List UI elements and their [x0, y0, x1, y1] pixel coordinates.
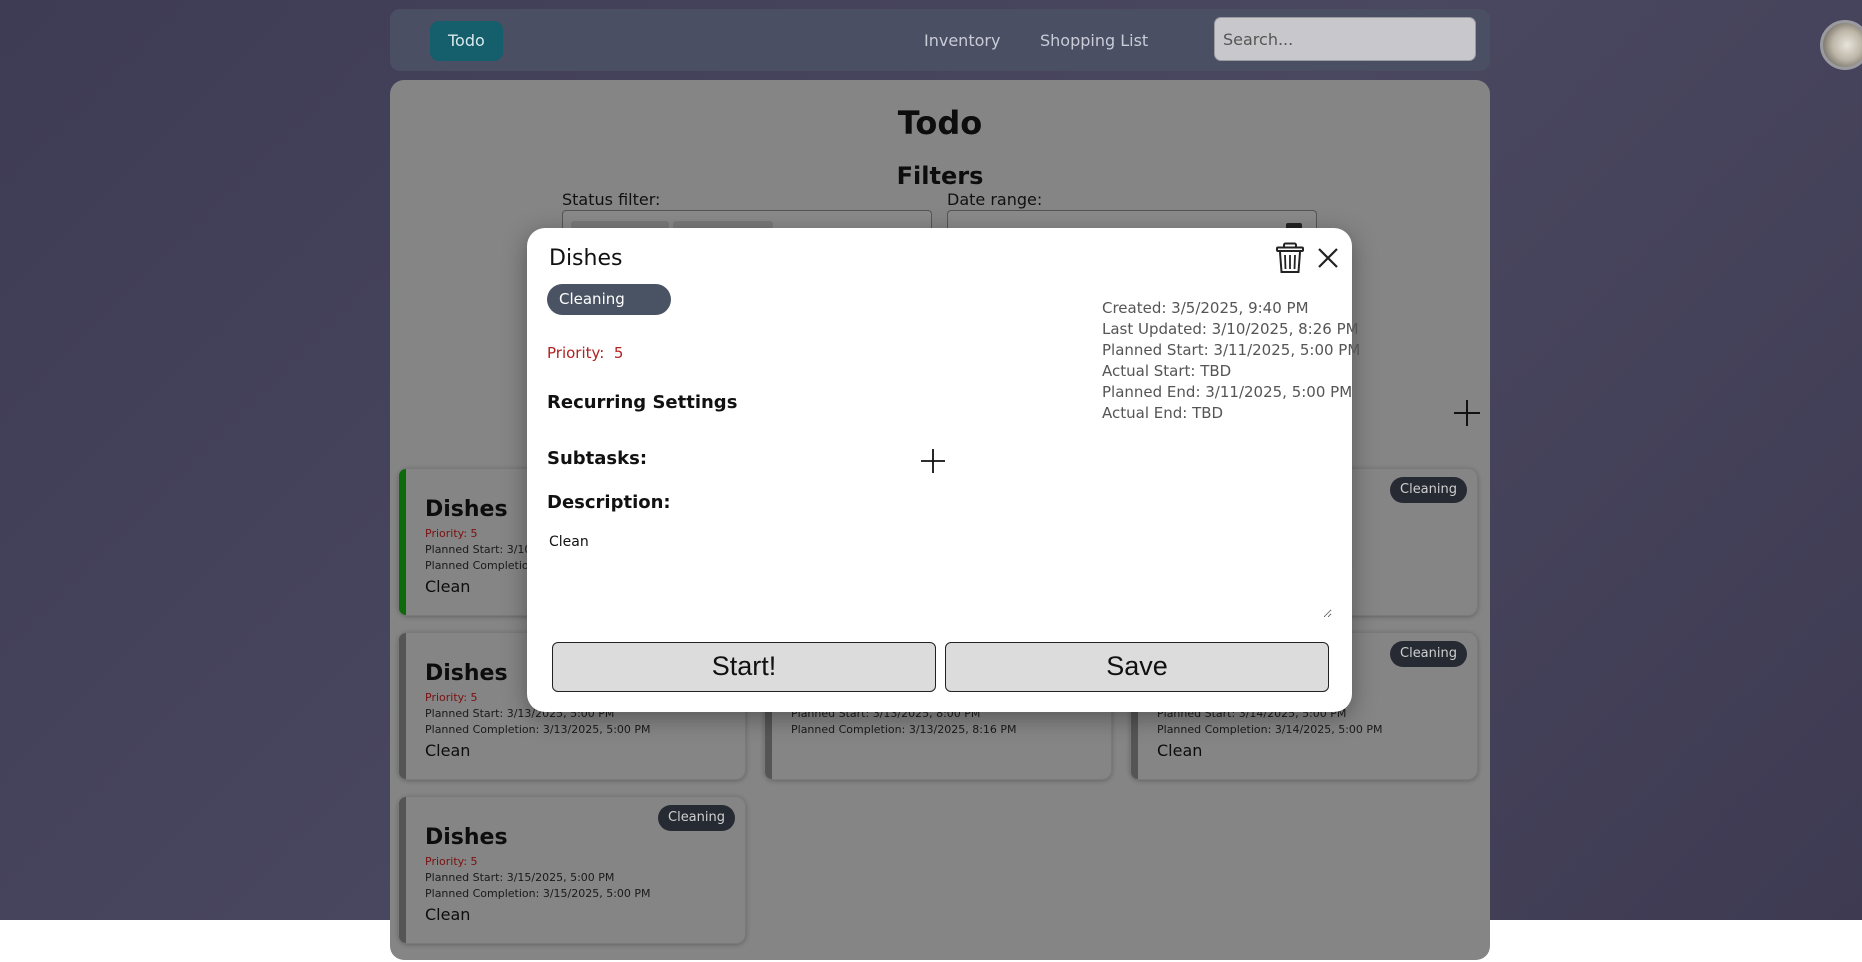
card-planned-completion: Planned Completion: 3/13/2025, 5:00 PM	[425, 723, 651, 736]
add-todo-plus-icon[interactable]	[1452, 398, 1482, 428]
card-description: Clean	[425, 577, 471, 596]
actual-start-date: Actual Start: TBD	[1102, 362, 1232, 380]
actual-end-date: Actual End: TBD	[1102, 404, 1224, 422]
subtasks-title: Subtasks:	[547, 448, 648, 469]
card-planned-completion: Planned Completio	[425, 559, 529, 572]
date-range-label: Date range:	[947, 190, 1043, 209]
card-title: Dishes	[425, 497, 508, 522]
card-description: Clean	[1157, 741, 1203, 760]
todo-card[interactable]: Cleaning Dishes Priority: 5 Planned Star…	[398, 796, 746, 944]
status-stripe	[399, 797, 406, 943]
card-planned-completion: Planned Completion: 3/13/2025, 8:16 PM	[791, 723, 1017, 736]
priority-label: Priority:	[547, 344, 605, 362]
modal-title[interactable]: Dishes	[549, 246, 622, 271]
top-nav: Todo Inventory Shopping List	[390, 9, 1490, 71]
add-subtask-plus-icon[interactable]	[918, 446, 948, 476]
created-date: Created: 3/5/2025, 9:40 PM	[1102, 299, 1309, 317]
card-priority: Priority: 5	[425, 691, 478, 704]
status-stripe	[399, 633, 406, 779]
card-title: Dishes	[425, 825, 508, 850]
todo-detail-modal: Dishes Cleaning Priority: 5 Created: 3/5…	[527, 228, 1360, 712]
page-title: Todo	[897, 104, 983, 142]
card-title: Dishes	[425, 661, 508, 686]
card-planned-start: Planned Start: 3/15/2025, 5:00 PM	[425, 871, 615, 884]
last-updated-date: Last Updated: 3/10/2025, 8:26 PM	[1102, 320, 1359, 338]
card-planned-start: Planned Start: 3/10,	[425, 543, 535, 556]
card-priority: Priority: 5	[425, 527, 478, 540]
priority-field[interactable]: Priority: 5	[547, 344, 623, 362]
tab-inventory[interactable]: Inventory	[906, 21, 1018, 61]
save-button[interactable]: Save	[945, 642, 1329, 692]
planned-start-date: Planned Start: 3/11/2025, 5:00 PM	[1102, 341, 1361, 359]
status-stripe	[399, 469, 406, 615]
description-textarea[interactable]: Clean	[547, 530, 1332, 618]
card-description: Clean	[425, 905, 471, 924]
user-avatar[interactable]	[1820, 20, 1862, 70]
category-badge: Cleaning	[1390, 477, 1467, 503]
close-icon[interactable]	[1314, 244, 1342, 272]
category-badge: Cleaning	[658, 805, 735, 831]
description-title: Description:	[547, 492, 671, 513]
priority-value: 5	[613, 344, 624, 362]
card-description: Clean	[425, 741, 471, 760]
category-badge[interactable]: Cleaning	[547, 284, 671, 315]
card-planned-completion: Planned Completion: 3/15/2025, 5:00 PM	[425, 887, 651, 900]
card-priority: Priority: 5	[425, 855, 478, 868]
status-filter-label: Status filter:	[562, 190, 661, 209]
card-planned-completion: Planned Completion: 3/14/2025, 5:00 PM	[1157, 723, 1383, 736]
tab-shopping-list[interactable]: Shopping List	[1022, 21, 1166, 61]
planned-end-date: Planned End: 3/11/2025, 5:00 PM	[1102, 383, 1353, 401]
search-input[interactable]	[1214, 17, 1476, 61]
recurring-settings-title[interactable]: Recurring Settings	[547, 392, 737, 413]
task-metadata: Created: 3/5/2025, 9:40 PM Last Updated:…	[1102, 298, 1360, 424]
start-button[interactable]: Start!	[552, 642, 936, 692]
trash-icon[interactable]	[1275, 242, 1305, 274]
filters-title: Filters	[896, 162, 984, 190]
category-badge: Cleaning	[1390, 641, 1467, 667]
tab-todo[interactable]: Todo	[430, 21, 503, 61]
